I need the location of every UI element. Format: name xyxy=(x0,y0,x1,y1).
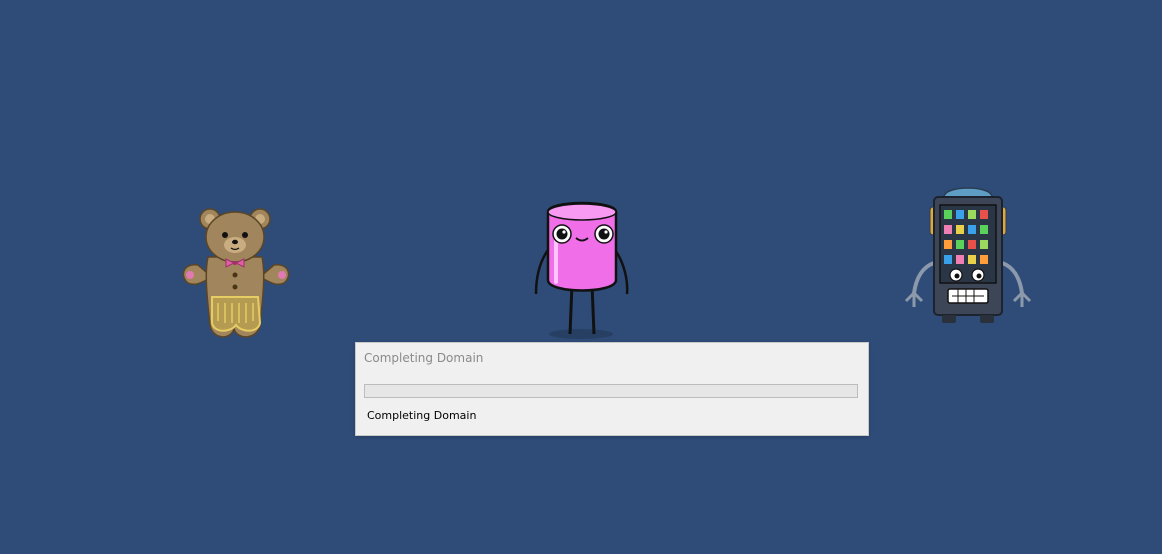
progress-dialog: Completing Domain Completing Domain xyxy=(356,343,868,435)
dialog-title: Completing Domain xyxy=(364,351,484,365)
vending-robot-icon xyxy=(904,187,1032,323)
splash-background: Completing Domain Completing Domain xyxy=(0,0,1162,554)
marshmallow-icon xyxy=(534,201,629,339)
status-text: Completing Domain xyxy=(367,409,477,422)
progress-bar xyxy=(364,384,858,398)
gingerbread-bear-icon xyxy=(182,208,290,338)
